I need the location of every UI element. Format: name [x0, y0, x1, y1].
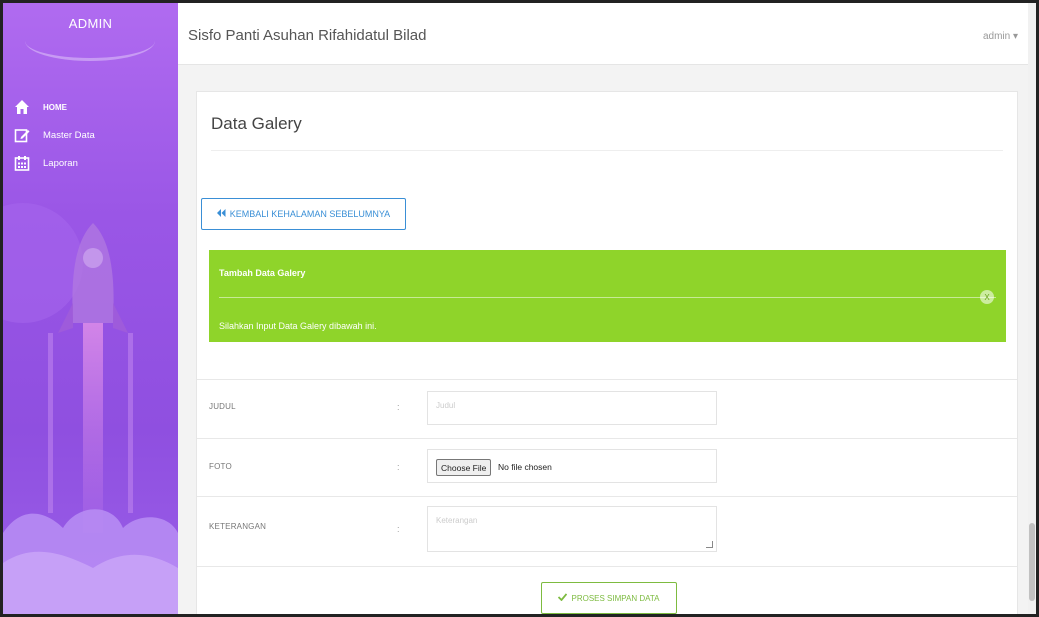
sidebar-item-label: Master Data [43, 129, 95, 141]
app-window: ADMIN HOME Master Data Laporan Sisfo Pan… [0, 0, 1039, 617]
form-divider [197, 566, 1017, 567]
foto-colon: : [397, 462, 400, 472]
page-title: Data Galery [211, 114, 302, 133]
alert-message: Silahkan Input Data Galery dibawah ini. [219, 321, 377, 331]
scrollbar-thumb[interactable] [1029, 523, 1035, 601]
foto-label: FOTO [209, 462, 232, 471]
rocket-illustration [3, 203, 178, 614]
form-divider [197, 379, 1017, 380]
top-navbar: Sisfo Panti Asuhan Rifahidatul Bilad adm… [178, 3, 1036, 65]
divider [211, 150, 1003, 151]
judul-colon: : [397, 402, 400, 412]
sidebar-item-label: Laporan [43, 157, 78, 169]
keterangan-colon: : [397, 524, 400, 534]
form-divider [197, 438, 1017, 439]
back-button-label: KEMBALI KEHALAMAN SEBELUMNYA [229, 209, 391, 219]
keterangan-label: KETERANGAN [209, 522, 267, 531]
sidebar-item-label: HOME [43, 102, 67, 112]
app-title: Sisfo Panti Asuhan Rifahidatul Bilad [188, 27, 427, 44]
keterangan-placeholder: Keterangan [436, 516, 478, 525]
page-scrollbar[interactable] [1028, 3, 1036, 614]
brand: ADMIN [3, 3, 178, 65]
keterangan-textarea[interactable]: Keterangan [427, 506, 717, 552]
sidebar-item-master-data[interactable]: Master Data [3, 121, 178, 149]
sidebar: ADMIN HOME Master Data Laporan [3, 3, 178, 614]
form-divider [197, 496, 1017, 497]
user-menu[interactable]: admin ▾ [983, 31, 1018, 42]
home-icon [13, 98, 31, 116]
choose-file-button[interactable]: Choose File [436, 459, 492, 476]
file-status: No file chosen [498, 462, 552, 472]
judul-input[interactable]: Judul [427, 391, 717, 425]
submit-button[interactable]: PROSES SIMPAN DATA [541, 582, 677, 614]
sidebar-item-home[interactable]: HOME [3, 93, 178, 121]
resize-handle[interactable] [706, 541, 713, 548]
alert-divider [219, 297, 996, 298]
back-button[interactable]: KEMBALI KEHALAMAN SEBELUMNYA [201, 198, 406, 230]
info-alert: Tambah Data Galery Silahkan Input Data G… [209, 250, 1006, 342]
sidebar-nav: HOME Master Data Laporan [3, 93, 178, 177]
foto-file-input[interactable]: Choose File No file chosen [427, 449, 717, 483]
double-chevron-left-icon [216, 209, 226, 219]
submit-button-label: PROSES SIMPAN DATA [571, 593, 660, 603]
alert-title: Tambah Data Galery [219, 268, 306, 278]
alert-close-button[interactable]: X [980, 290, 994, 304]
calendar-icon [13, 154, 31, 172]
sidebar-item-laporan[interactable]: Laporan [3, 149, 178, 177]
check-icon [558, 593, 568, 603]
judul-label: JUDUL [209, 402, 236, 411]
planet-ring-decoration [25, 21, 155, 61]
edit-icon [13, 126, 31, 144]
content-card: Data Galery KEMBALI KEHALAMAN SEBELUMNYA… [196, 91, 1018, 614]
